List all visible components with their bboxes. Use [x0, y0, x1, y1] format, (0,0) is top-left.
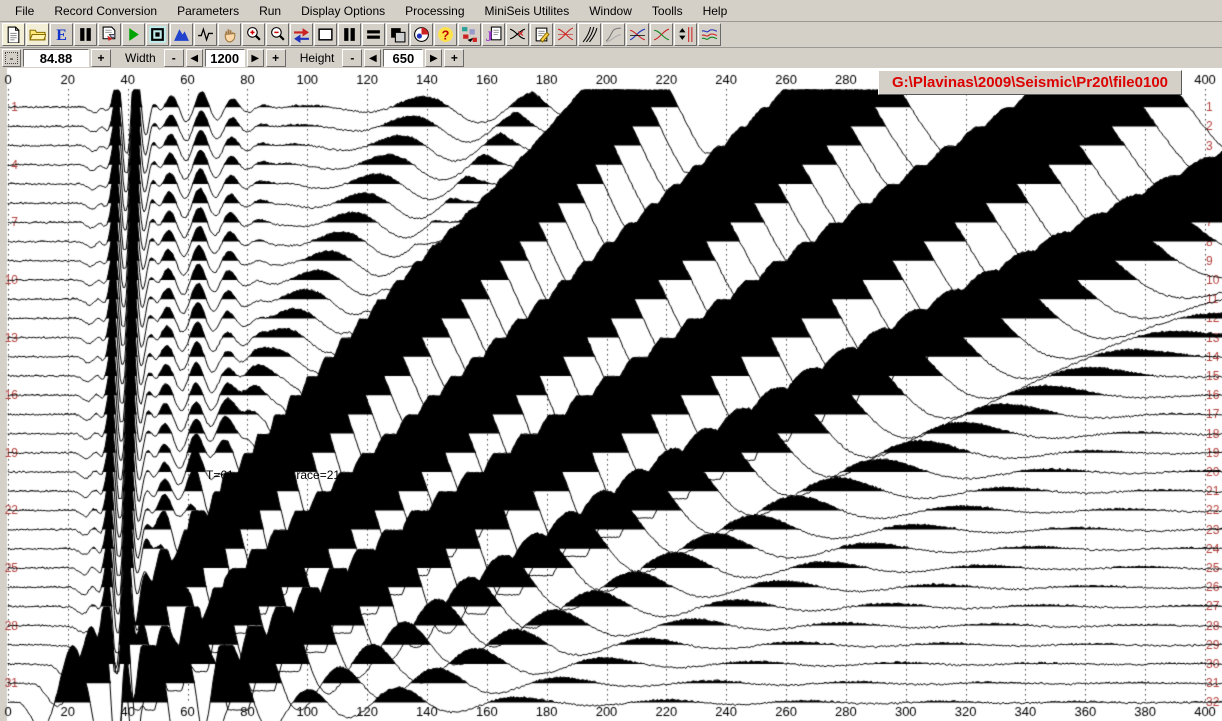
- svg-text:E: E: [56, 27, 67, 43]
- rect-outline-button[interactable]: [314, 23, 337, 46]
- overlay-squares-button[interactable]: [386, 23, 409, 46]
- height-increase-button[interactable]: +: [444, 49, 464, 67]
- height-back-button[interactable]: ◀: [364, 49, 381, 67]
- color-convert-icon: [461, 26, 478, 43]
- red-curves-button[interactable]: [554, 23, 577, 46]
- run-play-icon: [125, 26, 142, 43]
- wiggle-display-button[interactable]: [194, 23, 217, 46]
- svg-text:J: J: [486, 29, 494, 43]
- overlay-squares-icon: [389, 26, 406, 43]
- gain-increase-button[interactable]: +: [91, 49, 111, 67]
- pie-stats-icon: [413, 26, 430, 43]
- peak-display-icon: [173, 26, 190, 43]
- menu-parameters[interactable]: Parameters: [168, 2, 248, 20]
- color-convert-button[interactable]: [458, 23, 481, 46]
- menu-bar: FileRecord ConversionParametersRunDispla…: [0, 0, 1222, 22]
- seismic-plot-area: G:\Plavinas\2009\Seismic\Pr20\file0100 T…: [0, 68, 1222, 721]
- gain-decrease-button[interactable]: -: [2, 49, 21, 67]
- menu-window[interactable]: Window: [580, 2, 641, 20]
- width-decrease-button[interactable]: -: [164, 49, 184, 67]
- help-question-icon: ?: [437, 26, 454, 43]
- zoom-out-button[interactable]: [266, 23, 289, 46]
- crossed-curves-icon: [509, 26, 526, 43]
- pause-traces-icon: [77, 26, 94, 43]
- editor-e-icon: E: [53, 26, 70, 43]
- width-forward-button[interactable]: ▶: [247, 49, 264, 67]
- help-question-button[interactable]: ?: [434, 23, 457, 46]
- height-label: Height: [300, 51, 335, 65]
- pan-hand-button[interactable]: [218, 23, 241, 46]
- height-value-field[interactable]: 650: [383, 49, 423, 67]
- red-curves-icon: [557, 26, 574, 43]
- open-folder-icon: [29, 26, 46, 43]
- width-value-field[interactable]: 1200: [205, 49, 245, 67]
- file-path-label[interactable]: G:\Plavinas\2009\Seismic\Pr20\file0100: [878, 70, 1182, 95]
- width-back-button[interactable]: ◀: [186, 49, 203, 67]
- run-play-button[interactable]: [122, 23, 145, 46]
- menu-toolls[interactable]: Toolls: [643, 2, 692, 20]
- wave-colors-icon: [701, 26, 718, 43]
- pause-traces-icon: [341, 26, 358, 43]
- wiggle-display-icon: [197, 26, 214, 43]
- slope-lines-icon: [581, 26, 598, 43]
- menu-display-options[interactable]: Display Options: [292, 2, 394, 20]
- width-label: Width: [125, 51, 156, 65]
- height-decrease-button[interactable]: -: [342, 49, 362, 67]
- menu-processing[interactable]: Processing: [396, 2, 473, 20]
- menu-miniseis-utilites[interactable]: MiniSeis Utilites: [476, 2, 579, 20]
- new-document-icon: [5, 26, 22, 43]
- stop-record-button[interactable]: [146, 23, 169, 46]
- menu-file[interactable]: File: [6, 2, 43, 20]
- script-page-button[interactable]: J: [482, 23, 505, 46]
- rect-outline-icon: [317, 26, 334, 43]
- green-curves-icon: [653, 26, 670, 43]
- pause-traces-button[interactable]: [338, 23, 361, 46]
- pan-hand-icon: [221, 26, 238, 43]
- zoom-in-button[interactable]: [242, 23, 265, 46]
- pause-traces-button[interactable]: [74, 23, 97, 46]
- sort-markers-button[interactable]: [674, 23, 697, 46]
- zoom-out-icon: [269, 26, 286, 43]
- edit-page-icon: [533, 26, 550, 43]
- svg-text:?: ?: [442, 27, 450, 42]
- crossed-curves-button[interactable]: [506, 23, 529, 46]
- width-increase-button[interactable]: +: [266, 49, 286, 67]
- open-folder-button[interactable]: [26, 23, 49, 46]
- equal-bars-icon: [365, 26, 382, 43]
- multi-curves-icon: [629, 26, 646, 43]
- controls-row: - 84.88 + Width - ◀ 1200 ▶ + Height - ◀ …: [0, 48, 1222, 68]
- editor-e-button[interactable]: E: [50, 23, 73, 46]
- gray-curves-icon: [605, 26, 622, 43]
- new-document-button[interactable]: [2, 23, 25, 46]
- gain-value-field[interactable]: 84.88: [23, 49, 89, 67]
- slope-lines-button[interactable]: [578, 23, 601, 46]
- save-page-icon: [101, 26, 118, 43]
- pie-stats-button[interactable]: [410, 23, 433, 46]
- peak-display-button[interactable]: [170, 23, 193, 46]
- script-page-icon: J: [485, 26, 502, 43]
- green-curves-button[interactable]: [650, 23, 673, 46]
- zoom-in-icon: [245, 26, 262, 43]
- seismic-display[interactable]: [0, 68, 1222, 721]
- multi-curves-button[interactable]: [626, 23, 649, 46]
- menu-record-conversion[interactable]: Record Conversion: [45, 2, 166, 20]
- stop-record-icon: [149, 26, 166, 43]
- equal-bars-button[interactable]: [362, 23, 385, 46]
- swap-direction-icon: [293, 26, 310, 43]
- cursor-annotation: T=61.0987 ms, Trace=21: [206, 468, 340, 482]
- swap-direction-button[interactable]: [290, 23, 313, 46]
- toolbar: E? J: [0, 22, 1222, 48]
- height-forward-button[interactable]: ▶: [425, 49, 442, 67]
- sort-markers-icon: [677, 26, 694, 43]
- menu-help[interactable]: Help: [694, 2, 737, 20]
- save-page-button[interactable]: [98, 23, 121, 46]
- gray-curves-button[interactable]: [602, 23, 625, 46]
- menu-run[interactable]: Run: [250, 2, 290, 20]
- wave-colors-button[interactable]: [698, 23, 721, 46]
- edit-page-button[interactable]: [530, 23, 553, 46]
